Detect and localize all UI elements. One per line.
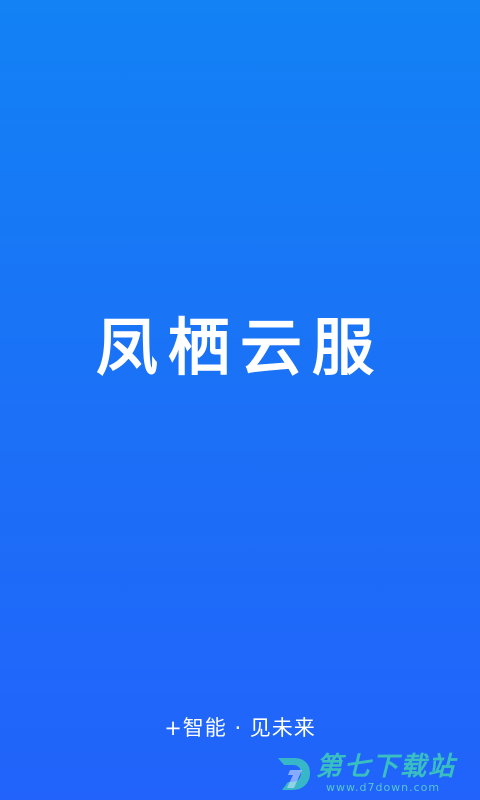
- watermark: 第七下载站 www.d7down.com: [272, 750, 472, 796]
- splash-screen: 凤栖云服 +智能 · 见未来 第七下载站 www.d7down.com: [0, 0, 480, 800]
- app-slogan: +智能 · 见未来: [164, 716, 316, 740]
- watermark-url: www.d7down.com: [326, 781, 441, 794]
- watermark-title: 第七下载站: [316, 752, 457, 782]
- app-title: 凤栖云服: [95, 311, 384, 384]
- d7-logo-icon: [278, 758, 310, 790]
